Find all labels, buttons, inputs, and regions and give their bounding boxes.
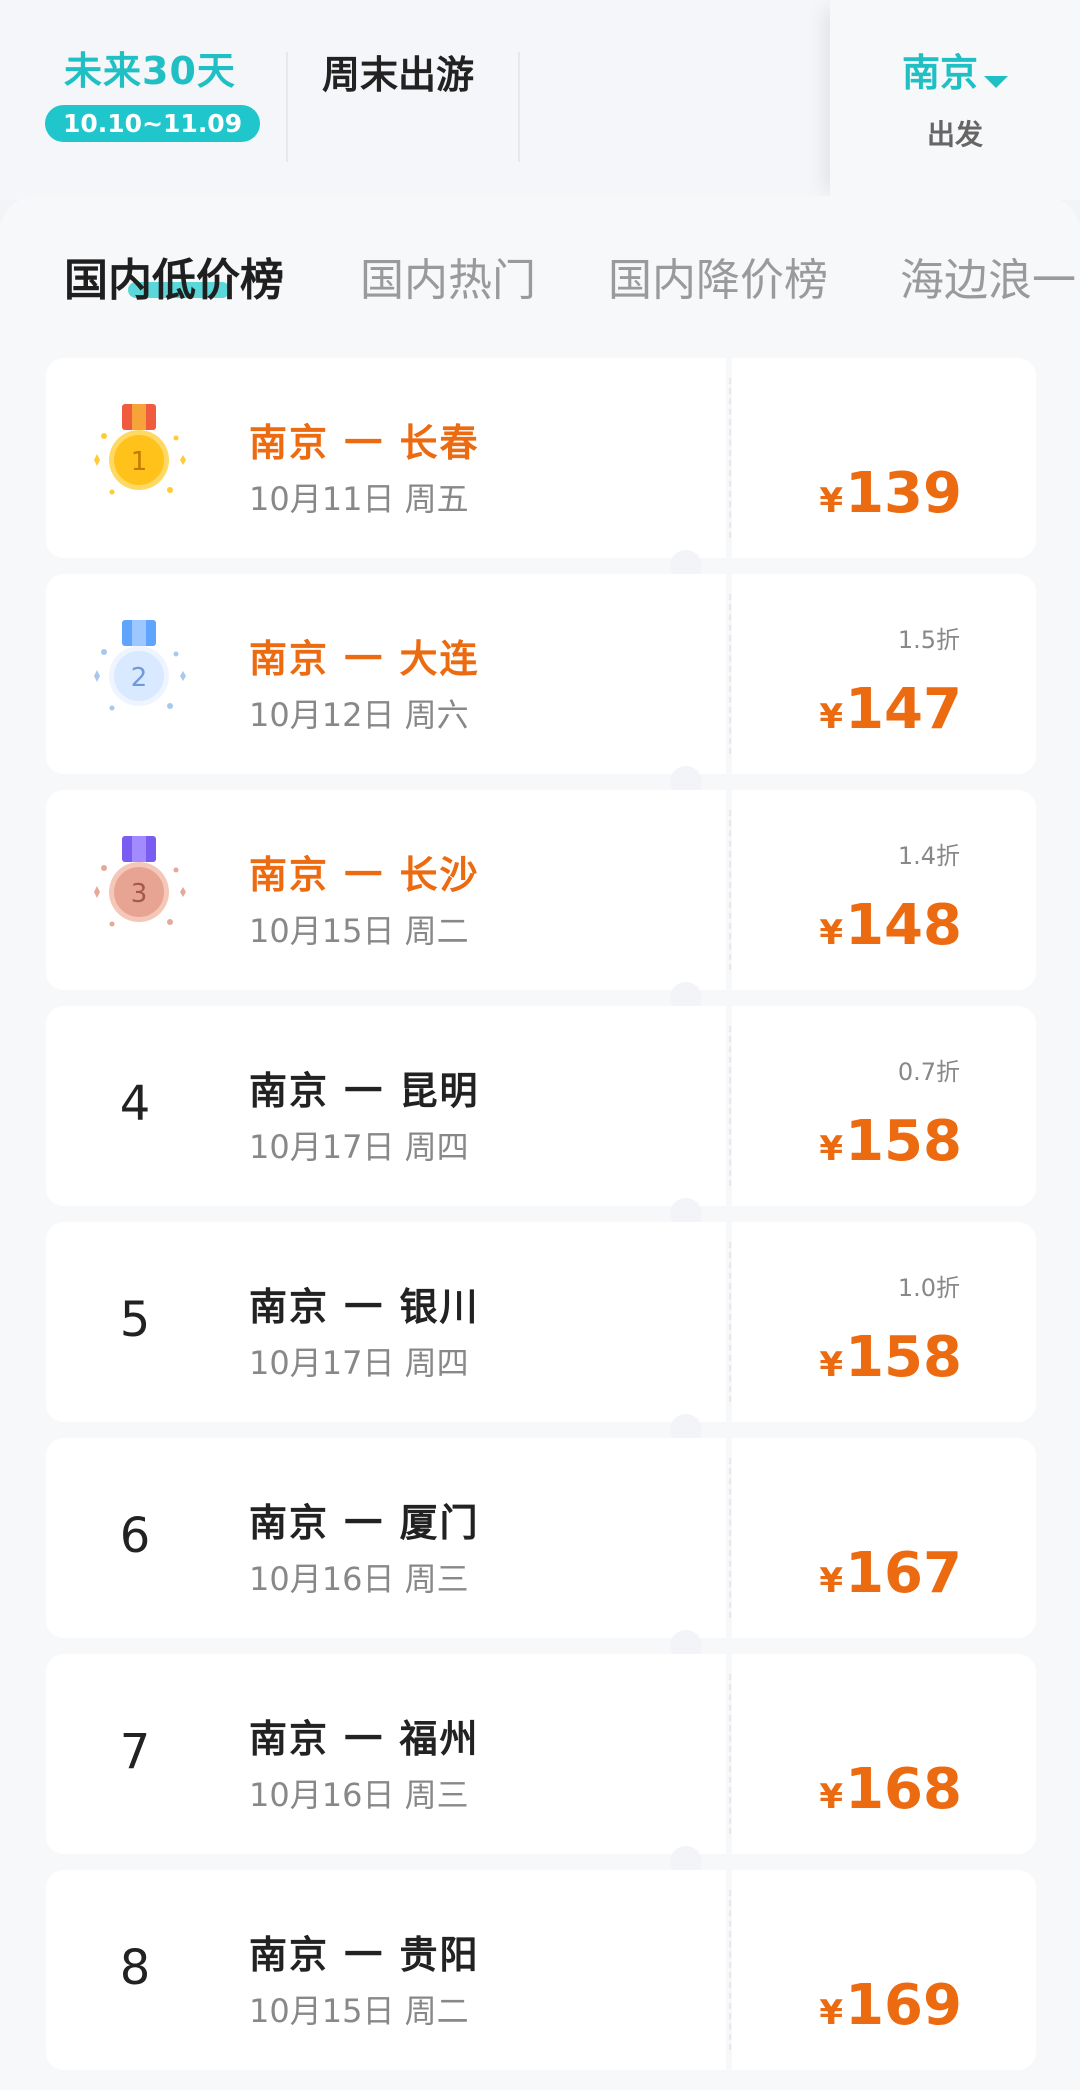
route-label: 南京 一 银川 — [249, 1285, 480, 1329]
route-label: 南京 一 长春 — [249, 421, 480, 465]
travel-date: 10月17日 周四 — [249, 1128, 469, 1166]
travel-date: 10月16日 周三 — [249, 1776, 469, 1814]
tab-seaside[interactable]: 海边浪一 — [900, 244, 1076, 308]
currency-symbol: ¥ — [819, 1993, 844, 2033]
price-value: 139 — [845, 461, 962, 526]
svg-text:2: 2 — [131, 663, 148, 693]
travel-date: 10月16日 周三 — [249, 1560, 469, 1598]
travel-date: 10月11日 周五 — [249, 480, 469, 518]
ticket-divider — [729, 1458, 731, 1618]
price-value: 158 — [845, 1109, 962, 1174]
range-dates-badge: 10.10~11.09 — [45, 105, 261, 142]
ranking-row[interactable]: 4 南京 一 昆明 10月17日 周四 0.7折 ¥158 — [46, 1006, 1036, 1206]
currency-symbol: ¥ — [819, 697, 844, 737]
rank-number: 5 — [119, 1292, 151, 1348]
price: ¥147 — [819, 682, 962, 745]
price-value: 169 — [845, 1973, 962, 2038]
price: ¥158 — [819, 1114, 962, 1177]
route-label: 南京 一 长沙 — [249, 853, 480, 897]
next-30-days-tab[interactable]: 未来30天 10.10~11.09 — [45, 40, 261, 142]
route-label: 南京 一 福州 — [249, 1717, 480, 1761]
range-title: 未来30天 — [64, 49, 236, 93]
rank-number: 4 — [119, 1076, 151, 1132]
category-tabs: 国内低价榜 国内热门 国内降价榜 海边浪一 — [0, 196, 1080, 336]
price-value: 148 — [845, 893, 962, 958]
departure-city-selector[interactable]: 南京 出发 — [830, 0, 1080, 200]
gold-medal-icon: 1 — [94, 404, 186, 495]
discount-label: 0.7折 — [897, 1058, 960, 1086]
ticket-divider — [729, 594, 731, 754]
ticket-divider — [729, 810, 731, 970]
rank-number: 8 — [119, 1940, 151, 1996]
currency-symbol: ¥ — [819, 1777, 844, 1817]
discount-label: 1.4折 — [897, 842, 960, 870]
svg-text:3: 3 — [131, 879, 148, 909]
price: ¥169 — [819, 1978, 962, 2041]
ticket-divider — [729, 1890, 731, 2050]
ticket-divider — [729, 1242, 731, 1402]
tab-domestic-price-drop[interactable]: 国内降价榜 — [608, 244, 828, 308]
rank-number: 6 — [119, 1508, 151, 1564]
ranking-row[interactable]: 8 南京 一 贵阳 10月15日 周二 ¥169 — [46, 1870, 1036, 2070]
price-value: 147 — [845, 677, 962, 742]
price-value: 167 — [845, 1541, 962, 1606]
route-label: 南京 一 昆明 — [249, 1069, 480, 1113]
ranking-row[interactable]: 2 南京 一 大连 10月12日 周六 1.5折 ¥147 — [46, 574, 1036, 774]
bronze-medal-icon: 3 — [94, 836, 186, 927]
price: ¥148 — [819, 898, 962, 961]
currency-symbol: ¥ — [819, 1345, 844, 1385]
currency-symbol: ¥ — [819, 1129, 844, 1169]
route-label: 南京 一 厦门 — [249, 1501, 480, 1545]
divider — [286, 52, 288, 162]
caret-down-icon — [984, 75, 1008, 88]
departure-city: 南京 — [901, 51, 978, 95]
travel-date: 10月15日 周二 — [249, 912, 469, 950]
discount-label: 1.0折 — [897, 1274, 960, 1302]
silver-medal-icon: 2 — [94, 620, 186, 711]
price: ¥158 — [819, 1330, 962, 1393]
departure-label: 出发 — [926, 118, 983, 151]
rank-number: 7 — [119, 1724, 151, 1780]
price-value: 168 — [845, 1757, 962, 1822]
ranking-panel: 国内低价榜 国内热门 国内降价榜 海边浪一 1 南京 一 长春 10月11日 周… — [0, 196, 1080, 2090]
ticket-divider — [729, 378, 731, 538]
weekend-trip-tab[interactable]: 周末出游 — [322, 44, 474, 99]
ticket-divider — [729, 1674, 731, 1834]
ranking-row[interactable]: 3 南京 一 长沙 10月15日 周二 1.4折 ¥148 — [46, 790, 1036, 990]
ranking-row[interactable]: 1 南京 一 长春 10月11日 周五 ¥139 — [46, 358, 1036, 558]
price: ¥167 — [819, 1546, 962, 1609]
price: ¥139 — [819, 466, 962, 529]
currency-symbol: ¥ — [819, 1561, 844, 1601]
tab-domestic-low-price[interactable]: 国内低价榜 — [64, 244, 284, 308]
ranking-row[interactable]: 6 南京 一 厦门 10月16日 周三 ¥167 — [46, 1438, 1036, 1638]
svg-text:1: 1 — [131, 447, 148, 477]
ranking-row[interactable]: 7 南京 一 福州 10月16日 周三 ¥168 — [46, 1654, 1036, 1854]
ticket-divider — [729, 1026, 731, 1186]
route-label: 南京 一 大连 — [249, 637, 480, 681]
price-value: 158 — [845, 1325, 962, 1390]
travel-date: 10月17日 周四 — [249, 1344, 469, 1382]
currency-symbol: ¥ — [819, 913, 844, 953]
currency-symbol: ¥ — [819, 481, 844, 521]
discount-label: 1.5折 — [897, 626, 960, 654]
ranking-row[interactable]: 5 南京 一 银川 10月17日 周四 1.0折 ¥158 — [46, 1222, 1036, 1422]
top-bar: 未来30天 10.10~11.09 周末出游 南京 出发 — [0, 0, 1080, 200]
travel-date: 10月15日 周二 — [249, 1992, 469, 2030]
route-label: 南京 一 贵阳 — [249, 1933, 480, 1977]
travel-date: 10月12日 周六 — [249, 696, 469, 734]
divider — [518, 52, 520, 162]
tab-domestic-popular[interactable]: 国内热门 — [360, 244, 536, 308]
price: ¥168 — [819, 1762, 962, 1825]
